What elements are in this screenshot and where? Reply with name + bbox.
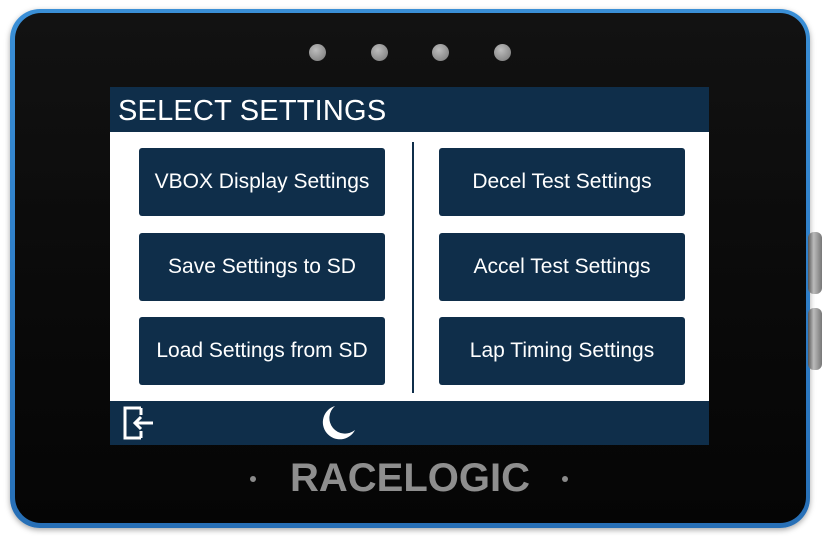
column-divider	[412, 142, 414, 393]
brand-dot-left	[250, 476, 256, 482]
status-led-4	[494, 44, 511, 61]
title-bar: SELECT SETTINGS	[110, 87, 709, 132]
lap-timing-settings-button[interactable]: Lap Timing Settings	[439, 317, 685, 385]
bottom-bar	[110, 401, 709, 445]
save-settings-to-sd-button[interactable]: Save Settings to SD	[139, 233, 385, 301]
side-button-upper[interactable]	[808, 232, 822, 294]
brand-logo: RACELOGIC	[290, 456, 530, 500]
accel-test-settings-button[interactable]: Accel Test Settings	[439, 233, 685, 301]
load-settings-from-sd-button[interactable]: Load Settings from SD	[139, 317, 385, 385]
status-led-1	[309, 44, 326, 61]
moon-icon[interactable]	[318, 403, 358, 443]
touch-screen: SELECT SETTINGS VBOX Display Settings Sa…	[110, 87, 709, 445]
side-button-lower[interactable]	[808, 308, 822, 370]
exit-icon[interactable]	[119, 404, 159, 442]
status-led-3	[432, 44, 449, 61]
status-led-2	[371, 44, 388, 61]
page-title: SELECT SETTINGS	[118, 95, 387, 127]
brand-dot-right	[562, 476, 568, 482]
decel-test-settings-button[interactable]: Decel Test Settings	[439, 148, 685, 216]
vbox-display-settings-button[interactable]: VBOX Display Settings	[139, 148, 385, 216]
